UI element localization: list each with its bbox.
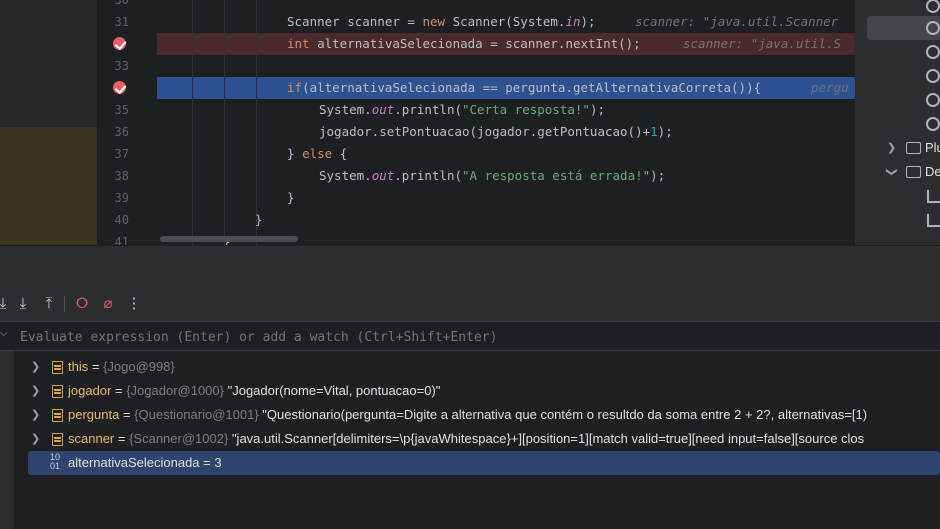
code-line: 40 } <box>0 209 855 231</box>
line-number: 40 <box>114 213 129 227</box>
variable-row[interactable]: ❯ scanner = {Scanner@1002} "java.util.Sc… <box>28 427 940 451</box>
field-icon <box>52 409 63 422</box>
step-into-icon[interactable]: ⤓ <box>14 295 32 313</box>
toolbar-separator <box>64 296 65 312</box>
code-text: System.out.println("Certa resposta!"); <box>319 102 605 117</box>
line-number: 32 <box>97 33 129 55</box>
tree-item[interactable] <box>855 64 940 88</box>
variable-text: this = {Jogo@998} <box>68 359 175 374</box>
variable-row-selected[interactable]: 10 01 alternativaSelecionada = 3 <box>28 451 940 475</box>
chevron-right-icon[interactable]: ❯ <box>31 403 40 427</box>
frames-panel-edge <box>0 351 14 529</box>
variable-text: pergunta = {Questionario@1001} "Question… <box>68 407 868 422</box>
library-icon <box>927 190 940 203</box>
tree-item[interactable] <box>855 208 940 232</box>
code-line: 32 int alternativaSelecionada = scanner.… <box>0 33 855 55</box>
more-options-icon[interactable]: ⋮ <box>125 295 143 313</box>
gear-icon <box>926 45 940 59</box>
line-number: 41 <box>114 235 129 245</box>
code-line: 38 System.out.println("A resposta está e… <box>0 165 855 187</box>
code-line: 36 jogador.setPontuacao(jogador.getPontu… <box>0 121 855 143</box>
code-text: System.out.println("A resposta está erra… <box>319 168 666 183</box>
chevron-right-icon[interactable]: ❯ <box>31 379 40 403</box>
code-line: 33 <box>0 55 855 77</box>
code-text: int alternativaSelecionada = scanner.nex… <box>287 36 641 51</box>
variable-text: jogador = {Jogador@1000} "Jogador(nome=V… <box>68 383 441 398</box>
variable-text: alternativaSelecionada = 3 <box>68 455 222 470</box>
inline-debug-hint: scanner: "java.util.S <box>683 36 842 51</box>
evaluate-expression-bar: ⌵ <box>0 322 940 351</box>
code-text: if(alternativaSelecionada == pergunta.ge… <box>287 80 762 95</box>
horizontal-scrollbar[interactable] <box>160 236 298 242</box>
field-icon <box>52 361 63 374</box>
variable-text: scanner = {Scanner@1002} "java.util.Scan… <box>68 431 865 446</box>
variable-row[interactable]: ❯ this = {Jogo@998} <box>28 355 940 379</box>
code-line: 30 <box>0 0 855 11</box>
tree-item[interactable] <box>855 184 940 208</box>
tree-item[interactable] <box>855 88 940 112</box>
variables-panel: ❯ this = {Jogo@998} ❯ jogador = {Jogador… <box>0 351 940 529</box>
step-over-icon[interactable]: ⤓ <box>0 295 12 313</box>
tool-window-header <box>0 245 940 288</box>
code-line: 37 } else { <box>0 143 855 165</box>
maven-tool-window: ❯ Plu ❯ De <box>855 0 940 245</box>
code-line: 35 System.out.println("Certa resposta!")… <box>0 99 855 121</box>
gear-icon <box>926 117 940 131</box>
code-line: 41 } <box>0 231 855 245</box>
tree-item[interactable] <box>855 40 940 64</box>
tree-item-plugins[interactable]: ❯ Plu <box>855 136 940 160</box>
line-number: 37 <box>114 147 129 161</box>
gear-icon <box>926 93 940 107</box>
folder-gear-icon <box>906 142 921 154</box>
tree-item-selected[interactable] <box>867 16 940 40</box>
gear-icon <box>926 0 940 13</box>
field-icon <box>52 385 63 398</box>
field-icon <box>52 433 63 446</box>
inline-debug-hint: pergu <box>811 80 849 95</box>
line-number: 34 <box>97 77 129 99</box>
code-text: } else { <box>287 146 348 161</box>
line-number: 31 <box>114 15 129 29</box>
gear-icon <box>926 69 940 83</box>
code-editor[interactable]: 30 31 Scanner scanner = new Scanner(Syst… <box>0 0 855 245</box>
line-number: 35 <box>114 103 129 117</box>
line-number: 36 <box>114 125 129 139</box>
mute-breakpoints-icon[interactable]: ⌀ <box>99 295 117 313</box>
code-text: jogador.setPontuacao(jogador.getPontuaca… <box>319 124 673 139</box>
primitive-icon: 10 01 <box>50 452 61 471</box>
gear-icon <box>926 21 940 35</box>
chevron-right-icon: ❯ <box>887 142 897 154</box>
evaluate-expression-input[interactable] <box>18 326 922 348</box>
library-icon <box>927 214 940 227</box>
variable-row[interactable]: ❯ pergunta = {Questionario@1001} "Questi… <box>28 403 940 427</box>
view-breakpoints-icon[interactable]: ⭘ <box>73 295 91 313</box>
tree-item[interactable] <box>855 112 940 136</box>
code-line: 34 if(alternativaSelecionada == pergunta… <box>0 77 855 99</box>
code-text: Scanner scanner = new Scanner(System.in)… <box>287 14 596 29</box>
code-line: 31 Scanner scanner = new Scanner(System.… <box>0 11 855 33</box>
tree-label: Plu <box>925 140 940 155</box>
tree-item-dependencies[interactable]: ❯ De <box>855 160 940 184</box>
code-line: 39 } <box>0 187 855 209</box>
line-number: 38 <box>114 169 129 183</box>
step-out-icon[interactable]: ⤒ <box>40 295 58 313</box>
line-number: 39 <box>114 191 129 205</box>
debugger-toolbar: ⤓ ⤓ ⤒ ⭘ ⌀ ⋮ <box>0 287 940 322</box>
tree-label: De <box>925 164 940 179</box>
inline-debug-hint: scanner: "java.util.Scanner <box>635 14 839 29</box>
variable-row[interactable]: ❯ jogador = {Jogador@1000} "Jogador(nome… <box>28 379 940 403</box>
code-text: } <box>287 190 295 205</box>
chevron-down-icon: ❯ <box>885 167 898 177</box>
line-number: 33 <box>114 59 129 73</box>
chevron-right-icon[interactable]: ❯ <box>31 355 40 379</box>
line-number: 30 <box>114 0 129 7</box>
code-text: } <box>255 212 263 227</box>
chevron-right-icon[interactable]: ❯ <box>31 427 40 451</box>
chevron-down-icon[interactable]: ⌵ <box>0 328 8 339</box>
folder-icon <box>906 166 921 178</box>
